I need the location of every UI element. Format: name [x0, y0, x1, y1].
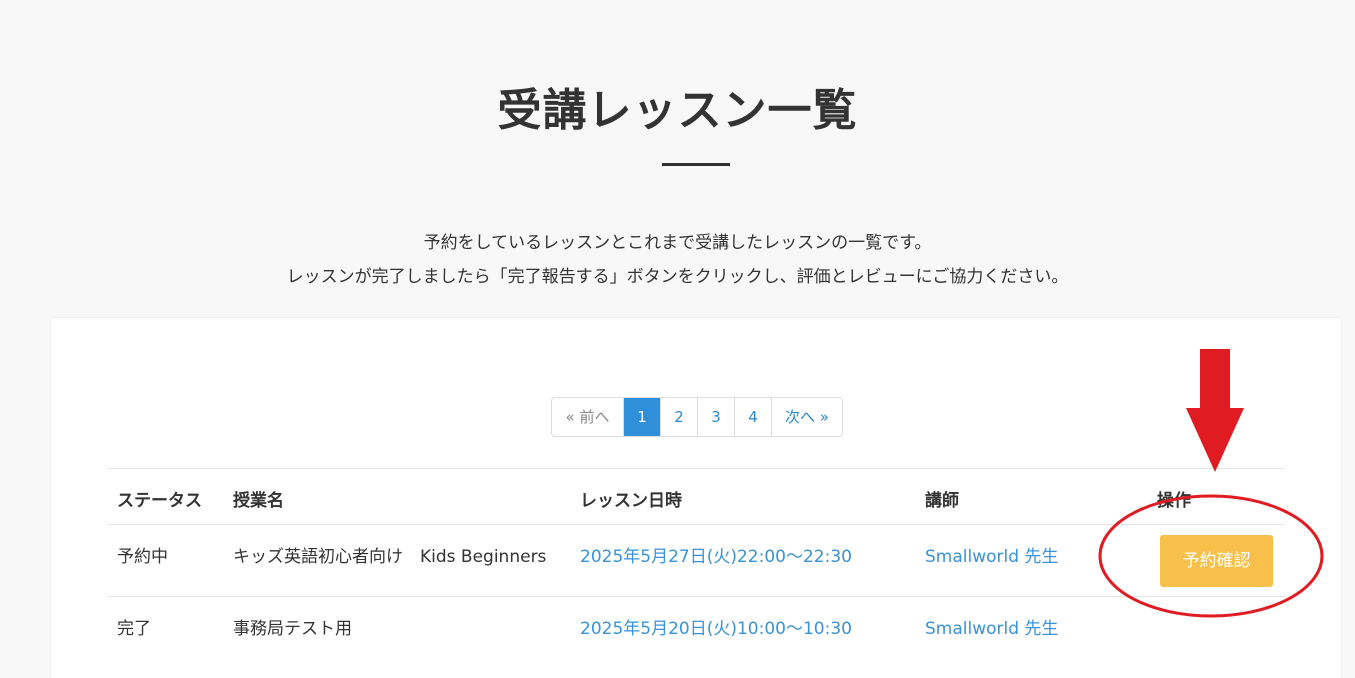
- intro-line-1: 予約をしているレッスンとこれまで受講したレッスンの一覧です。: [423, 233, 932, 253]
- row-course: キッズ英語初心者向け Kids Beginners: [233, 547, 547, 567]
- pagination-page-1[interactable]: 1: [623, 398, 660, 436]
- header-course: 授業名: [233, 491, 284, 511]
- pagination-next[interactable]: 次へ »: [771, 398, 842, 436]
- row-datetime-link[interactable]: 2025年5月20日(火)10:00〜10:30: [580, 614, 852, 639]
- row-teacher-link[interactable]: Smallworld 先生: [925, 542, 1058, 567]
- pagination-page-2[interactable]: 2: [660, 398, 697, 436]
- row-datetime-link[interactable]: 2025年5月27日(火)22:00〜22:30: [580, 542, 852, 567]
- header-datetime: レッスン日時: [580, 491, 682, 511]
- row-status: 完了: [117, 619, 151, 639]
- page-title: 受講レッスン一覧: [497, 85, 858, 136]
- header-action: 操作: [1157, 491, 1191, 511]
- title-underline: [662, 163, 730, 166]
- pagination-prev[interactable]: « 前へ: [552, 398, 623, 436]
- row-teacher-link[interactable]: Smallworld 先生: [925, 614, 1058, 639]
- row-status: 予約中: [117, 547, 168, 567]
- header-teacher: 講師: [925, 491, 959, 511]
- row-course: 事務局テスト用: [233, 619, 352, 639]
- row-divider: [107, 596, 1285, 597]
- pagination: « 前へ 1 2 3 4 次へ »: [551, 397, 843, 437]
- intro-line-2: レッスンが完了しましたら「完了報告する」ボタンをクリックし、評価とレビューにご協…: [286, 267, 1069, 287]
- table-top-border: [107, 468, 1285, 469]
- intro-text: 予約をしているレッスンとこれまで受講したレッスンの一覧です。 レッスンが完了しま…: [0, 226, 1355, 294]
- pagination-page-3[interactable]: 3: [697, 398, 734, 436]
- header-divider: [107, 524, 1285, 525]
- header-status: ステータス: [117, 491, 202, 511]
- reservation-confirm-button[interactable]: 予約確認: [1160, 535, 1273, 587]
- pagination-page-4[interactable]: 4: [734, 398, 771, 436]
